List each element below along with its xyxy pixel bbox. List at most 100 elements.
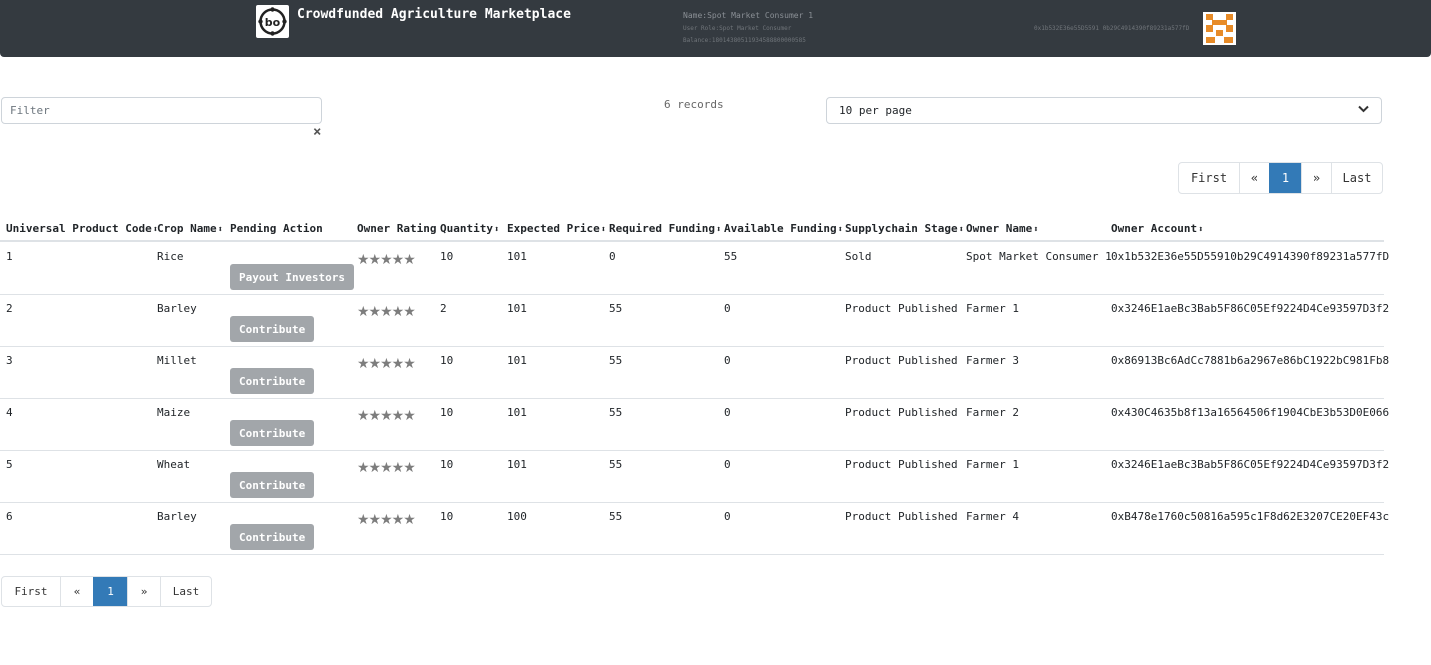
payout-investors-button[interactable]: Payout Investors (230, 264, 354, 290)
upc-cell: 1 (6, 250, 13, 263)
owner-name-cell: Farmer 2 (966, 406, 1019, 419)
col-available-funding[interactable]: Available Funding⬍ (724, 222, 843, 235)
quantity-cell: 10 (440, 510, 454, 523)
sort-icon[interactable]: ⬍ (716, 225, 721, 235)
upc-cell: 3 (6, 354, 13, 367)
contribute-button[interactable]: Contribute (230, 420, 315, 446)
owner-account-cell: 0x430C4635b8f13a16564506f1904CbE3b53D0E0… (1111, 406, 1390, 419)
owner-account-cell: 0x3246E1aeBc3Bab5F86C05Ef9224D4Ce93597D3… (1111, 458, 1390, 471)
price-cell: 101 (507, 406, 527, 419)
stage-cell: Product Published (845, 510, 958, 523)
sort-icon[interactable]: ⬍ (1033, 225, 1038, 235)
navbar: bo Crowdfunded Agriculture Marketplace N… (0, 0, 1431, 57)
next-page-button[interactable]: » (1301, 163, 1331, 193)
first-page-button[interactable]: First (2, 577, 60, 606)
owner-name-cell: Farmer 4 (966, 510, 1019, 523)
rating-stars[interactable]: ★★★★★ (357, 252, 416, 268)
required-funding-cell: 0 (609, 250, 616, 263)
sort-icon[interactable]: ⬍ (601, 225, 606, 235)
stage-cell: Product Published (845, 354, 958, 367)
upc-cell: 6 (6, 510, 13, 523)
page-1-button[interactable]: 1 (1269, 163, 1301, 193)
col-supplychain-stage[interactable]: Supplychain Stage⬍ (845, 222, 964, 235)
owner-account-cell: 0x86913Bc6AdCc7881b6a2967e86bC1922bC981F… (1111, 354, 1390, 367)
table-row: 6 Barley Contribute ★★★★★ 10 100 55 0 Pr… (0, 503, 1389, 555)
next-page-button[interactable]: » (127, 577, 160, 606)
required-funding-cell: 55 (609, 354, 623, 367)
rating-stars[interactable]: ★★★★★ (357, 512, 416, 528)
contribute-button[interactable]: Contribute (230, 368, 315, 394)
svg-text:bo: bo (265, 16, 281, 29)
crop-cell: Rice (157, 250, 184, 263)
owner-account-cell: 0x1b532E36e55D55910b29C4914390f89231a577… (1111, 250, 1390, 263)
account-address: 0x1b532E36e55D5591 0b29C4914390f89231a57… (1034, 25, 1190, 32)
required-funding-cell: 55 (609, 406, 623, 419)
col-expected-price[interactable]: Expected Price⬍ (507, 222, 606, 235)
page-1-button[interactable]: 1 (93, 577, 127, 606)
table-row: 3 Millet Contribute ★★★★★ 10 101 55 0 Pr… (0, 347, 1389, 399)
last-page-button[interactable]: Last (160, 577, 211, 606)
identicon-avatar (1203, 12, 1236, 45)
col-upc[interactable]: Universal Product Code⬍ (6, 222, 158, 235)
pagination-top: First « 1 » Last (1178, 162, 1383, 194)
price-cell: 100 (507, 510, 527, 523)
prev-page-button[interactable]: « (1239, 163, 1269, 193)
quantity-cell: 10 (440, 250, 454, 263)
available-funding-cell: 0 (724, 302, 731, 315)
available-funding-cell: 0 (724, 510, 731, 523)
filter-input[interactable] (1, 97, 322, 124)
sort-icon[interactable]: ⬍ (494, 225, 499, 235)
crop-cell: Maize (157, 406, 191, 419)
col-owner-account[interactable]: Owner Account⬍ (1111, 222, 1204, 235)
owner-name-cell: Spot Market Consumer 1 (966, 250, 1112, 263)
rating-stars[interactable]: ★★★★★ (357, 460, 416, 476)
contribute-button[interactable]: Contribute (230, 472, 315, 498)
prev-page-button[interactable]: « (60, 577, 93, 606)
table-row: 2 Barley Contribute ★★★★★ 2 101 55 0 Pro… (0, 295, 1389, 347)
user-balance: Balance:18014380511934588800000585 (683, 37, 806, 44)
col-quantity[interactable]: Quantity⬍ (440, 222, 499, 235)
sort-icon[interactable]: ⬍ (1198, 225, 1203, 235)
user-name: Name:Spot Market Consumer 1 (683, 11, 814, 20)
stage-cell: Sold (845, 250, 872, 263)
col-owner-rating: Owner Rating (357, 222, 437, 235)
price-cell: 101 (507, 354, 527, 367)
crop-cell: Wheat (157, 458, 191, 471)
rating-stars[interactable]: ★★★★★ (357, 408, 416, 424)
owner-account-cell: 0x3246E1aeBc3Bab5F86C05Ef9224D4Ce93597D3… (1111, 302, 1390, 315)
record-count: 6 records (664, 98, 724, 111)
sort-icon[interactable]: ⬍ (218, 225, 223, 235)
price-cell: 101 (507, 250, 527, 263)
crop-cell: Millet (157, 354, 197, 367)
blockchain-logo-icon: bo (256, 5, 289, 38)
col-owner-name[interactable]: Owner Name⬍ (966, 222, 1039, 235)
clear-filter-icon[interactable]: × (313, 124, 321, 140)
available-funding-cell: 55 (724, 250, 738, 263)
sort-icon[interactable]: ⬍ (959, 225, 964, 235)
col-crop-name[interactable]: Crop Name⬍ (157, 222, 223, 235)
sort-icon[interactable]: ⬍ (838, 225, 843, 235)
col-required-funding[interactable]: Required Funding⬍ (609, 222, 721, 235)
pagination-bottom: First « 1 » Last (1, 576, 212, 607)
required-funding-cell: 55 (609, 458, 623, 471)
crop-cell: Barley (157, 510, 197, 523)
table-row: 1 Rice Payout Investors ★★★★★ 10 101 0 5… (0, 243, 1389, 295)
table-row: 5 Wheat Contribute ★★★★★ 10 101 55 0 Pro… (0, 451, 1389, 503)
crop-cell: Barley (157, 302, 197, 315)
stage-cell: Product Published (845, 406, 958, 419)
required-funding-cell: 55 (609, 302, 623, 315)
quantity-cell: 10 (440, 354, 454, 367)
table-row: 4 Maize Contribute ★★★★★ 10 101 55 0 Pro… (0, 399, 1389, 451)
per-page-select[interactable]: 10 per page (826, 97, 1382, 124)
contribute-button[interactable]: Contribute (230, 316, 315, 342)
contribute-button[interactable]: Contribute (230, 524, 315, 550)
available-funding-cell: 0 (724, 458, 731, 471)
per-page-value: 10 per page (839, 104, 912, 117)
user-role: User Role:Spot Market Consumer (683, 25, 792, 32)
last-page-button[interactable]: Last (1331, 163, 1382, 193)
rating-stars[interactable]: ★★★★★ (357, 356, 416, 372)
first-page-button[interactable]: First (1179, 163, 1239, 193)
available-funding-cell: 0 (724, 406, 731, 419)
quantity-cell: 10 (440, 458, 454, 471)
rating-stars[interactable]: ★★★★★ (357, 304, 416, 320)
